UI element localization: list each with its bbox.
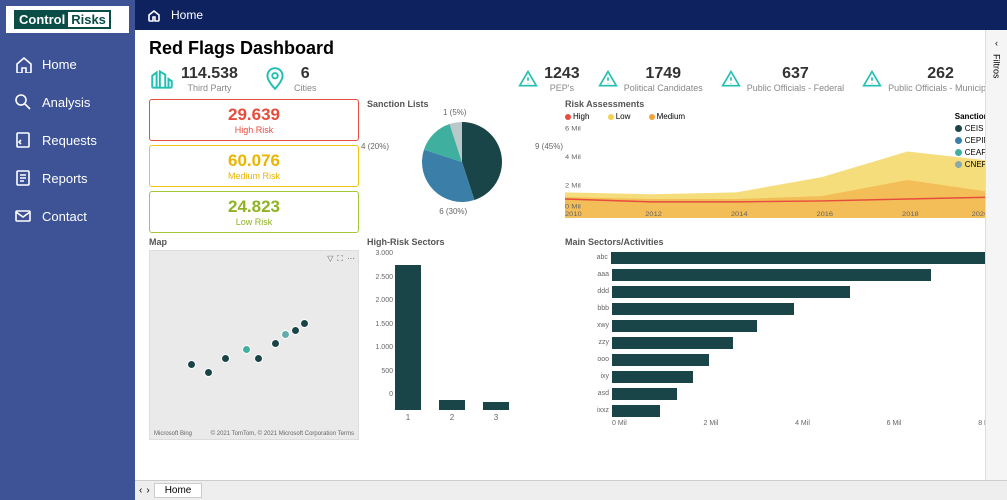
- nav-reports[interactable]: Reports: [0, 159, 135, 197]
- nav-requests-label: Requests: [42, 133, 97, 148]
- pin-icon: [262, 66, 288, 92]
- nav-home[interactable]: Home: [0, 45, 135, 83]
- content: Red Flags Dashboard 114.538Third Party 6…: [135, 30, 1007, 500]
- tab-prev[interactable]: ‹: [139, 485, 142, 496]
- breadcrumb: Home: [171, 8, 203, 22]
- svg-text:6 Mil: 6 Mil: [565, 125, 581, 133]
- map-panel: Map ▽⛶⋯ Microsoft Bing © 2021 TomTom, © …: [149, 237, 359, 437]
- risk-high[interactable]: 29.639High Risk: [149, 99, 359, 141]
- mail-icon: [14, 207, 32, 225]
- nav-requests[interactable]: Requests: [0, 121, 135, 159]
- alert-icon: [598, 69, 618, 89]
- high-risk-sectors-panel: High-Risk Sectors 3.0002.5002.0001.5001.…: [367, 237, 557, 437]
- alert-municipal: 262Public Officials - Municipal: [862, 65, 993, 93]
- svg-text:2012: 2012: [645, 210, 662, 218]
- request-icon: [14, 131, 32, 149]
- svg-text:2014: 2014: [731, 210, 748, 218]
- alert-icon: [518, 69, 538, 89]
- nav-contact-label: Contact: [42, 209, 87, 224]
- home-icon: [147, 8, 161, 22]
- risk-medium[interactable]: 60.076Medium Risk: [149, 145, 359, 187]
- risk-cards: 29.639High Risk 60.076Medium Risk 24.823…: [149, 99, 359, 229]
- nav-contact[interactable]: Contact: [0, 197, 135, 235]
- sanction-lists-panel: Sanction Lists 1 (5%) 9 (45%) 6 (30%) 4 …: [367, 99, 557, 229]
- tab-next[interactable]: ›: [146, 485, 149, 496]
- expand-icon[interactable]: ⛶: [337, 254, 343, 264]
- alert-candidates: 1749Political Candidates: [598, 65, 703, 93]
- high-risk-bar-chart[interactable]: 3.0002.5002.0001.5001.0005000 1 2 3: [367, 250, 557, 410]
- chevron-left-icon[interactable]: ‹: [995, 38, 998, 48]
- svg-text:2010: 2010: [565, 210, 582, 218]
- nav-analysis[interactable]: Analysis: [0, 83, 135, 121]
- risk-area-chart[interactable]: 201020122014 201620182020 6 Mil4 Mil2 Mi…: [565, 123, 993, 218]
- topbar: Home: [135, 0, 1007, 30]
- svg-text:2016: 2016: [816, 210, 833, 218]
- report-icon: [14, 169, 32, 187]
- bottom-tabs: ‹ › Home: [135, 480, 1007, 500]
- alert-federal: 637Public Officials - Federal: [721, 65, 844, 93]
- home-icon: [14, 55, 32, 73]
- alert-peps: 1243PEP's: [518, 65, 580, 93]
- buildings-icon: [149, 66, 175, 92]
- risk-low[interactable]: 24.823Low Risk: [149, 191, 359, 233]
- svg-text:4 Mil: 4 Mil: [565, 153, 581, 161]
- sectors-bar-chart[interactable]: abc aaa ddd bbb xwy zzy ooo ixy asd ixxz…: [565, 250, 993, 430]
- filters-sidebar[interactable]: ‹ Filtros ▽: [985, 30, 1007, 500]
- svg-text:2018: 2018: [902, 210, 919, 218]
- sidebar: ControlRisks Home Analysis Requests Repo…: [0, 0, 135, 500]
- nav-analysis-label: Analysis: [42, 95, 90, 110]
- page-title: Red Flags Dashboard: [149, 38, 993, 59]
- alerts-row: 1243PEP's 1749Political Candidates 637Pu…: [518, 65, 993, 93]
- nav-home-label: Home: [42, 57, 77, 72]
- main: Home Red Flags Dashboard 114.538Third Pa…: [135, 0, 1007, 500]
- alert-icon: [721, 69, 741, 89]
- main-sectors-panel: Main Sectors/Activities abc aaa ddd bbb …: [565, 237, 993, 437]
- kpi-cities: 6Cities: [262, 65, 317, 93]
- kpi-thirdparty: 114.538Third Party: [149, 65, 238, 93]
- sanction-pie-chart[interactable]: [422, 122, 502, 202]
- nav-reports-label: Reports: [42, 171, 88, 186]
- tab-home[interactable]: Home: [154, 483, 203, 498]
- search-icon: [14, 93, 32, 111]
- svg-text:2 Mil: 2 Mil: [565, 182, 581, 190]
- risk-assessments-panel: Risk Assessments High Low Medium Sanctio…: [565, 99, 993, 229]
- brand-logo: ControlRisks: [6, 6, 129, 33]
- alert-icon: [862, 69, 882, 89]
- svg-text:0 Mil: 0 Mil: [565, 203, 581, 211]
- map[interactable]: ▽⛶⋯ Microsoft Bing © 2021 TomTom, © 2021…: [149, 250, 359, 440]
- filter-icon[interactable]: ▽: [327, 254, 333, 264]
